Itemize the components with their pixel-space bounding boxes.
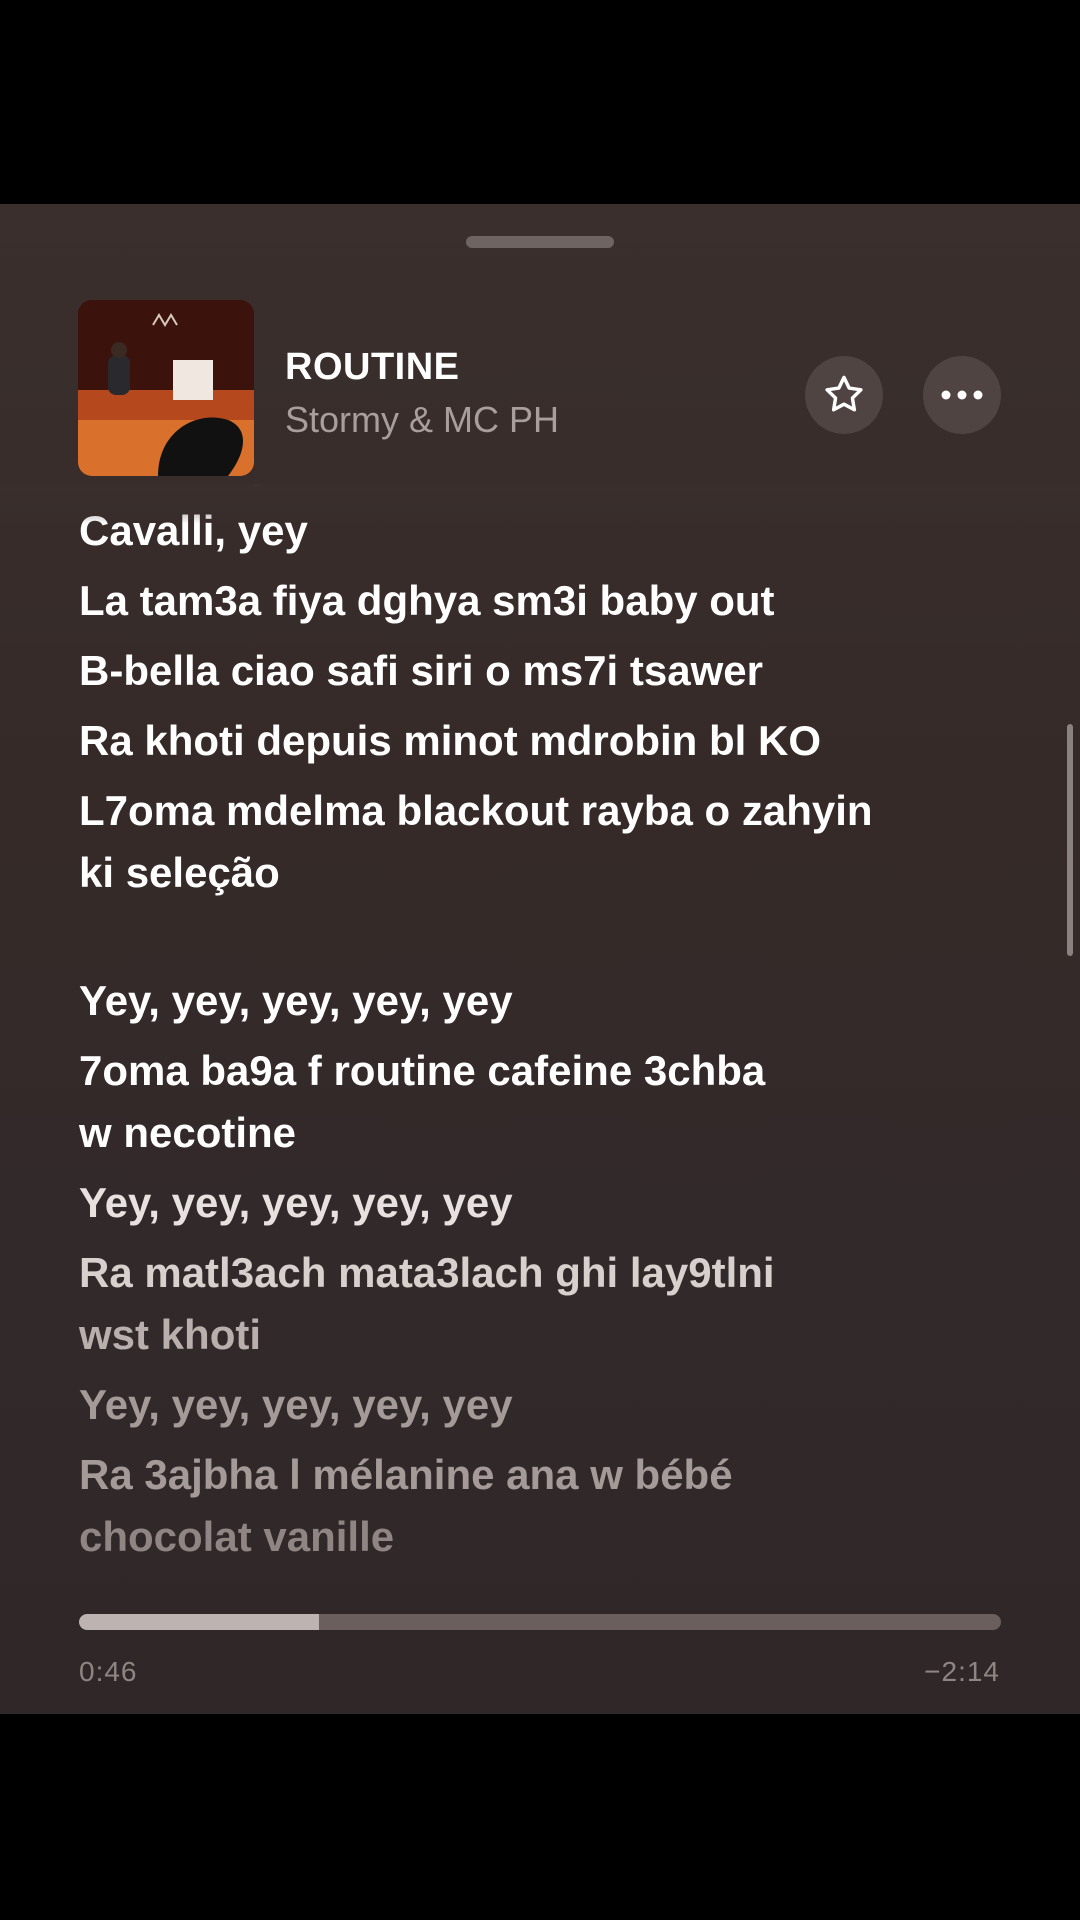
lyric-line[interactable]: La tam3a fiya dghya sm3i baby out [79,568,1019,634]
lyric-line[interactable]: Yey, yey, yey, yey, yey [79,968,1019,1034]
lyric-line-partial[interactable]: W ana styni l fortuna kbira ki a Roberto [79,484,858,496]
lyrics-scroll-area[interactable]: W ana styni l fortuna kbira ki a Roberto… [0,484,1080,1610]
lyrics-text: W ana styni l fortuna kbira ki a Roberto… [79,484,1019,1570]
album-artwork[interactable] [78,300,254,476]
sheet-grabber-handle[interactable] [466,236,614,248]
lyric-line[interactable]: 7oma ba9a f routine cafeine 3chba [79,1038,1019,1104]
remaining-time: −2:14 [924,1656,1000,1687]
lyric-line[interactable]: Yey, yey, yey, yey, yey [79,1170,1019,1236]
lyric-line[interactable]: wst khoti [79,1302,1019,1368]
lyric-line[interactable]: Ra matl3ach mata3lach ghi lay9tlni [79,1240,1019,1306]
elapsed-time: 0:46 [79,1656,138,1687]
playback-progress-bar[interactable] [79,1614,1001,1630]
lyric-line[interactable]: Yey, yey, yey, yey, yey [79,1372,1019,1438]
lyric-line[interactable]: B-bella ciao safi siri o ms7i tsawer [79,638,1019,704]
favorite-button[interactable] [805,356,883,434]
lyric-line[interactable]: chocolat vanille [79,1504,1019,1570]
lyrics-scrollbar[interactable] [1067,724,1073,956]
lyric-stanza-gap [79,906,1019,968]
lyric-line[interactable]: ki seleção [79,840,1019,906]
lyric-line[interactable]: w necotine [79,1100,1019,1166]
song-artist[interactable]: Stormy & MC PH [285,399,559,441]
screen: ROUTINE Stormy & MC PH W ana styni l for… [0,0,1080,1920]
ellipsis-icon [941,390,983,400]
lyric-line[interactable]: Cavalli, yey [79,498,1019,564]
playback-progress-fill [79,1614,319,1630]
lyric-line[interactable]: L7oma mdelma blackout rayba o zahyin [79,778,1019,844]
now-playing-sheet: ROUTINE Stormy & MC PH W ana styni l for… [0,204,1080,1714]
lyric-line[interactable]: Ra khoti depuis minot mdrobin bl KO [79,708,1019,774]
song-title: ROUTINE [285,346,460,388]
more-options-button[interactable] [923,356,1001,434]
lyric-line[interactable]: Ra 3ajbha l mélanine ana w bébé [79,1442,1019,1508]
star-outline-icon [825,375,863,412]
album-artwork-image [78,300,254,476]
